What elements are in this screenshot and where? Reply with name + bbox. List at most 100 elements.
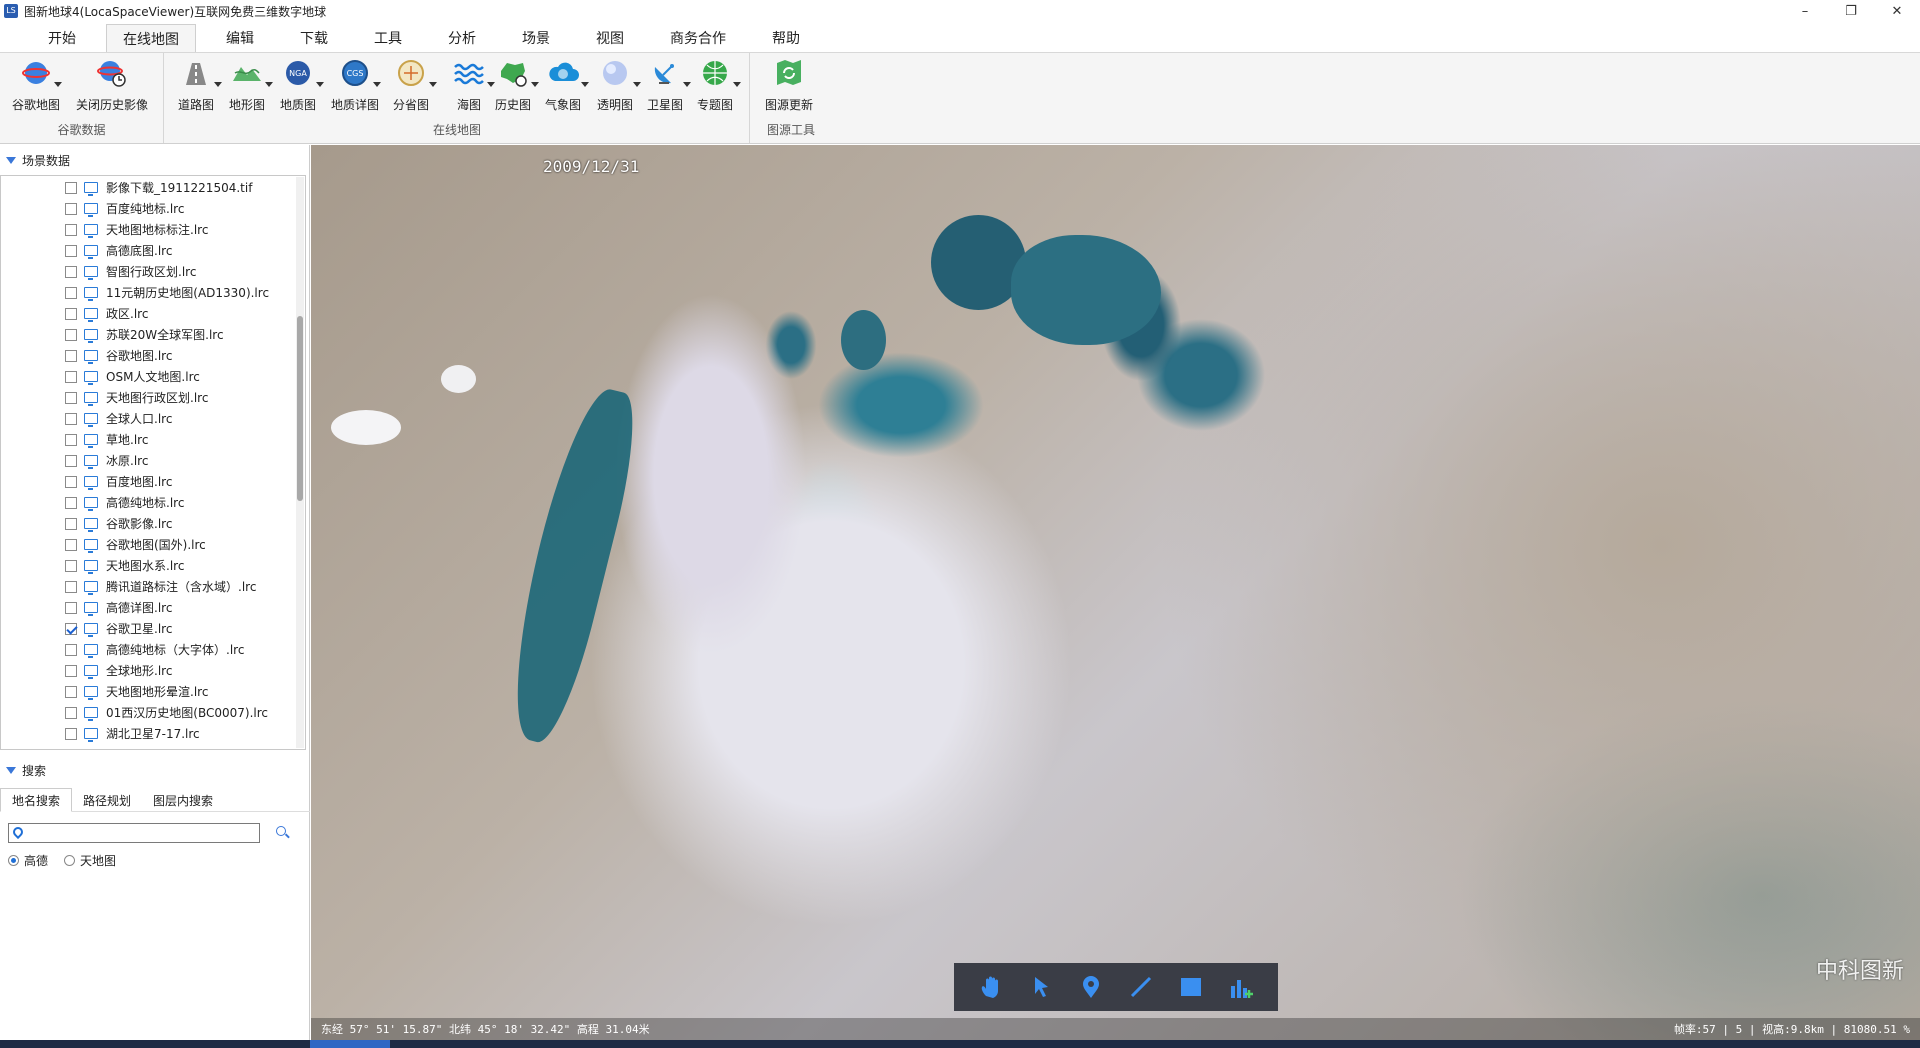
tree-item[interactable]: 谷歌地图(国外).lrc	[1, 534, 206, 555]
layer-checkbox[interactable]	[65, 391, 77, 404]
road-map-tool[interactable]: 道路图	[178, 57, 222, 113]
tree-item[interactable]: 高德纯地标.lrc	[1, 492, 184, 513]
tree-item[interactable]: 11元朝历史地图(AD1330).lrc	[1, 282, 269, 303]
menu-tools[interactable]: 工具	[358, 24, 418, 52]
tab-place-search[interactable]: 地名搜索	[0, 788, 73, 812]
minimize-button[interactable]: –	[1782, 0, 1828, 22]
tree-item[interactable]: 智图行政区划.lrc	[1, 261, 196, 282]
geology-map-tool[interactable]: NGA 地质图	[280, 57, 324, 113]
tree-item[interactable]: 高德详图.lrc	[1, 597, 172, 618]
tree-scroll-thumb[interactable]	[297, 316, 303, 501]
menu-business[interactable]: 商务合作	[654, 24, 742, 52]
tree-item[interactable]: 湖北卫星7-17.lrc	[1, 723, 200, 744]
radio-tianditu[interactable]	[64, 855, 76, 866]
tree-item[interactable]: 天地图地标标注.lrc	[1, 219, 208, 240]
rectangle-icon[interactable]	[1178, 974, 1204, 1000]
search-input[interactable]	[8, 823, 260, 843]
layer-checkbox[interactable]	[65, 265, 77, 278]
terrain-map-tool[interactable]: 地形图	[229, 57, 273, 113]
layer-checkbox[interactable]	[65, 244, 77, 257]
menu-help[interactable]: 帮助	[756, 24, 816, 52]
menu-start[interactable]: 开始	[32, 24, 92, 52]
tree-item[interactable]: 百度地图.lrc	[1, 471, 172, 492]
layer-checkbox[interactable]	[65, 496, 77, 509]
tree-item[interactable]: 谷歌卫星.lrc	[1, 618, 172, 639]
layer-checkbox[interactable]	[65, 454, 77, 467]
layer-checkbox[interactable]	[65, 643, 77, 656]
scene-tree[interactable]: 湖北卫星7-17.lrc 01西汉历史地图(BC0007).lrc 天地图地形晕渲.…	[0, 175, 306, 750]
tree-item[interactable]: 天地图行政区划.lrc	[1, 387, 208, 408]
menu-scene[interactable]: 场景	[506, 24, 566, 52]
line-icon[interactable]	[1128, 974, 1154, 1000]
tree-item[interactable]: 全球人口.lrc	[1, 408, 172, 429]
tree-item[interactable]: 谷歌影像.lrc	[1, 513, 172, 534]
province-map-tool[interactable]: 分省图	[393, 57, 437, 113]
tree-item[interactable]: 谷歌地图.lrc	[1, 345, 172, 366]
menu-download[interactable]: 下载	[284, 24, 344, 52]
transparent-map-tool[interactable]: 透明图	[597, 57, 641, 113]
restore-button[interactable]: ❐	[1828, 0, 1874, 22]
tree-item[interactable]: OSM人文地图.lrc	[1, 366, 200, 387]
tree-item[interactable]: 全球地形.lrc	[1, 660, 172, 681]
layer-checkbox[interactable]	[65, 433, 77, 446]
layer-checkbox[interactable]	[65, 349, 77, 362]
map-view[interactable]: 2009/12/31 中科图新	[311, 145, 1920, 1041]
tab-layer-search[interactable]: 图层内搜索	[142, 788, 224, 812]
tree-item[interactable]: 01西汉历史地图(BC0007).lrc	[1, 702, 268, 723]
tree-item[interactable]: 腾讯道路标注（含水域）.lrc	[1, 576, 256, 597]
layer-checkbox[interactable]	[65, 580, 77, 593]
google-map-tool[interactable]: 谷歌地图	[12, 57, 62, 113]
menu-edit[interactable]: 编辑	[210, 24, 270, 52]
pointer-icon[interactable]	[1028, 974, 1054, 1000]
satellite-map-tool[interactable]: 卫星图	[647, 57, 691, 113]
tree-item[interactable]: 草地.lrc	[1, 429, 148, 450]
pin-icon[interactable]	[1078, 974, 1104, 1000]
layer-checkbox[interactable]	[65, 370, 77, 383]
layer-checkbox[interactable]	[65, 307, 77, 320]
layer-checkbox[interactable]	[65, 559, 77, 572]
tree-item[interactable]: 苏联20W全球军图.lrc	[1, 324, 224, 345]
close-history-imagery-tool[interactable]: 关闭历史影像	[76, 57, 148, 113]
hand-icon[interactable]	[978, 974, 1004, 1000]
tree-item[interactable]: 影像下载_1911221504.tif	[1, 177, 252, 198]
source-update-tool[interactable]: 图源更新	[765, 57, 813, 113]
weather-map-tool[interactable]: 气象图	[545, 57, 589, 113]
tree-item[interactable]: 百度纯地标.lrc	[1, 198, 184, 219]
layer-checkbox[interactable]	[65, 727, 77, 740]
tree-item[interactable]: 天地图地形晕渲.lrc	[1, 681, 208, 702]
radio-gaode[interactable]	[8, 855, 19, 866]
layer-checkbox[interactable]	[65, 475, 77, 488]
layer-checkbox[interactable]	[65, 286, 77, 299]
search-header[interactable]: 搜索	[0, 759, 310, 781]
sea-chart-tool[interactable]: 海图	[453, 57, 495, 113]
layer-monitor-icon	[84, 266, 98, 280]
close-button[interactable]: ✕	[1874, 0, 1920, 22]
layer-checkbox[interactable]	[65, 328, 77, 341]
layer-checkbox[interactable]	[65, 685, 77, 698]
menu-view[interactable]: 视图	[580, 24, 640, 52]
tree-item[interactable]: 政区.lrc	[1, 303, 148, 324]
geology-detail-map-tool[interactable]: CGS 地质详图	[331, 57, 381, 113]
tab-route-planning[interactable]: 路径规划	[72, 788, 142, 812]
layer-checkbox[interactable]	[65, 538, 77, 551]
layer-checkbox[interactable]	[65, 601, 77, 614]
layer-checkbox[interactable]	[65, 622, 77, 635]
layer-checkbox[interactable]	[65, 223, 77, 236]
tree-item[interactable]: 高德纯地标（大字体）.lrc	[1, 639, 244, 660]
menu-online-map[interactable]: 在线地图	[106, 24, 196, 52]
layer-checkbox[interactable]	[65, 664, 77, 677]
layer-checkbox[interactable]	[65, 517, 77, 530]
layer-checkbox[interactable]	[65, 202, 77, 215]
tree-item[interactable]: 天地图水系.lrc	[1, 555, 184, 576]
scene-data-header[interactable]: 场景数据	[0, 149, 310, 171]
history-map-tool[interactable]: 历史图	[495, 57, 539, 113]
tree-item[interactable]: 高德底图.lrc	[1, 240, 172, 261]
thematic-map-tool[interactable]: 专题图	[697, 57, 741, 113]
tree-item[interactable]: 冰原.lrc	[1, 450, 148, 471]
menu-analysis[interactable]: 分析	[432, 24, 492, 52]
layer-checkbox[interactable]	[65, 412, 77, 425]
chart-add-icon[interactable]	[1228, 974, 1254, 1000]
layer-checkbox[interactable]	[65, 706, 77, 719]
layer-checkbox[interactable]	[65, 181, 77, 194]
search-icon[interactable]	[276, 826, 286, 836]
